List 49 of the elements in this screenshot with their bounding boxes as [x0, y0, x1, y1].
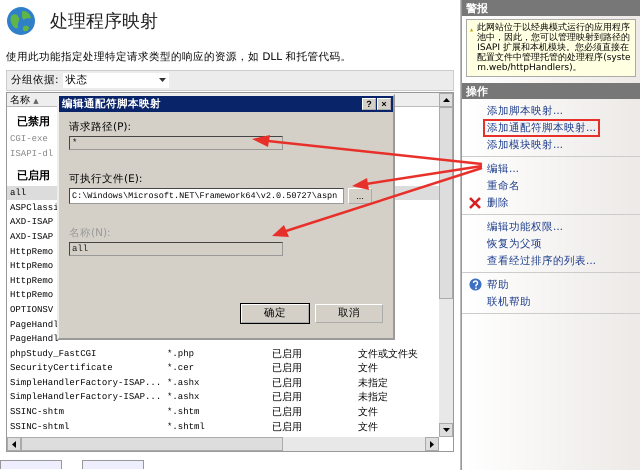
action-link[interactable]: 编辑功能权限... — [485, 220, 566, 234]
action-link[interactable]: 恢复为父项 — [485, 236, 544, 250]
field-label: 可执行文件(E): — [69, 172, 144, 186]
group-header: 已启用 — [17, 168, 50, 183]
alerts-header: 警报 — [462, 0, 640, 16]
action-link[interactable]: 添加脚本映射... — [485, 104, 566, 118]
delete-icon — [469, 196, 481, 208]
group-by-dropdown[interactable]: 状态 — [62, 72, 169, 88]
help-button[interactable]: ? — [362, 98, 376, 110]
page-title: 处理程序映射 — [50, 10, 158, 33]
cancel-button[interactable]: 取消 — [315, 304, 383, 323]
field-label: 请求路径(P): — [69, 120, 132, 134]
action-link[interactable]: 查看经过排序的列表... — [485, 254, 598, 268]
view-tab[interactable] — [0, 460, 62, 470]
scroll-up-icon — [442, 98, 450, 102]
browse-button[interactable]: ... — [348, 188, 372, 204]
action-link[interactable]: 添加模块映射... — [485, 138, 566, 152]
horizontal-scrollbar[interactable] — [7, 437, 439, 452]
input-field[interactable]: * — [69, 136, 283, 150]
view-tab[interactable] — [82, 460, 144, 470]
help-icon — [468, 278, 482, 291]
field-label: 名称(N): — [69, 226, 112, 240]
actions-header: 操作 — [462, 83, 640, 99]
table-row[interactable]: SecurityCertificate *.cer 已启用 文件 — [7, 361, 439, 376]
input-field[interactable]: C:\Windows\Microsoft.NET\Framework64\v2.0.50727\aspn — [69, 188, 344, 204]
globe-icon — [6, 6, 36, 36]
action-link[interactable]: 删除 — [485, 196, 511, 210]
caret-icon — [158, 78, 166, 82]
alert-message: 此网站位于以经典模式运行的应用程序池中，因此，您可以管理映射到路径的 ISAPI 扩展和本机模块。您必须直接在配置文件中管理托管的处理程序(system.web/httpHandlers)。 — [477, 23, 632, 73]
scroll-down-icon — [442, 428, 450, 432]
close-button[interactable]: × — [377, 98, 391, 110]
group-header: 已禁用 — [17, 114, 50, 129]
scroll-right-icon — [430, 440, 434, 448]
vertical-scrollbar[interactable] — [439, 92, 453, 438]
action-link[interactable]: 编辑... — [485, 162, 522, 176]
table-row[interactable]: SSINC-shtml *.shtml 已启用 文件 — [7, 419, 439, 434]
table-row[interactable]: phpStudy_FastCGI *.php 已启用 文件或文件夹 — [7, 346, 439, 361]
action-link[interactable]: 重命名 — [485, 178, 522, 192]
table-row[interactable]: SimpleHandlerFactory-ISAP... *.ashx 已启用 未指定 — [7, 390, 439, 405]
group-by-label: 分组依据: — [11, 73, 59, 88]
dialog-title: 编辑通配符脚本映射 — [62, 96, 161, 111]
ok-button[interactable]: 确定 — [241, 304, 309, 323]
page-description: 使用此功能指定处理特定请求类型的响应的资源，如 DLL 和托管代码。 — [5, 50, 352, 65]
action-link[interactable]: 联机帮助 — [485, 294, 533, 308]
scroll-left-icon — [12, 440, 16, 448]
action-link[interactable]: 帮助 — [485, 278, 511, 292]
action-link[interactable]: 添加通配符脚本映射... — [485, 120, 598, 134]
table-row[interactable]: SimpleHandlerFactory-ISAP... *.ashx 已启用 未指定 — [7, 376, 439, 390]
table-row[interactable]: SSINC-shtm *.shtm 已启用 文件 — [7, 404, 439, 420]
